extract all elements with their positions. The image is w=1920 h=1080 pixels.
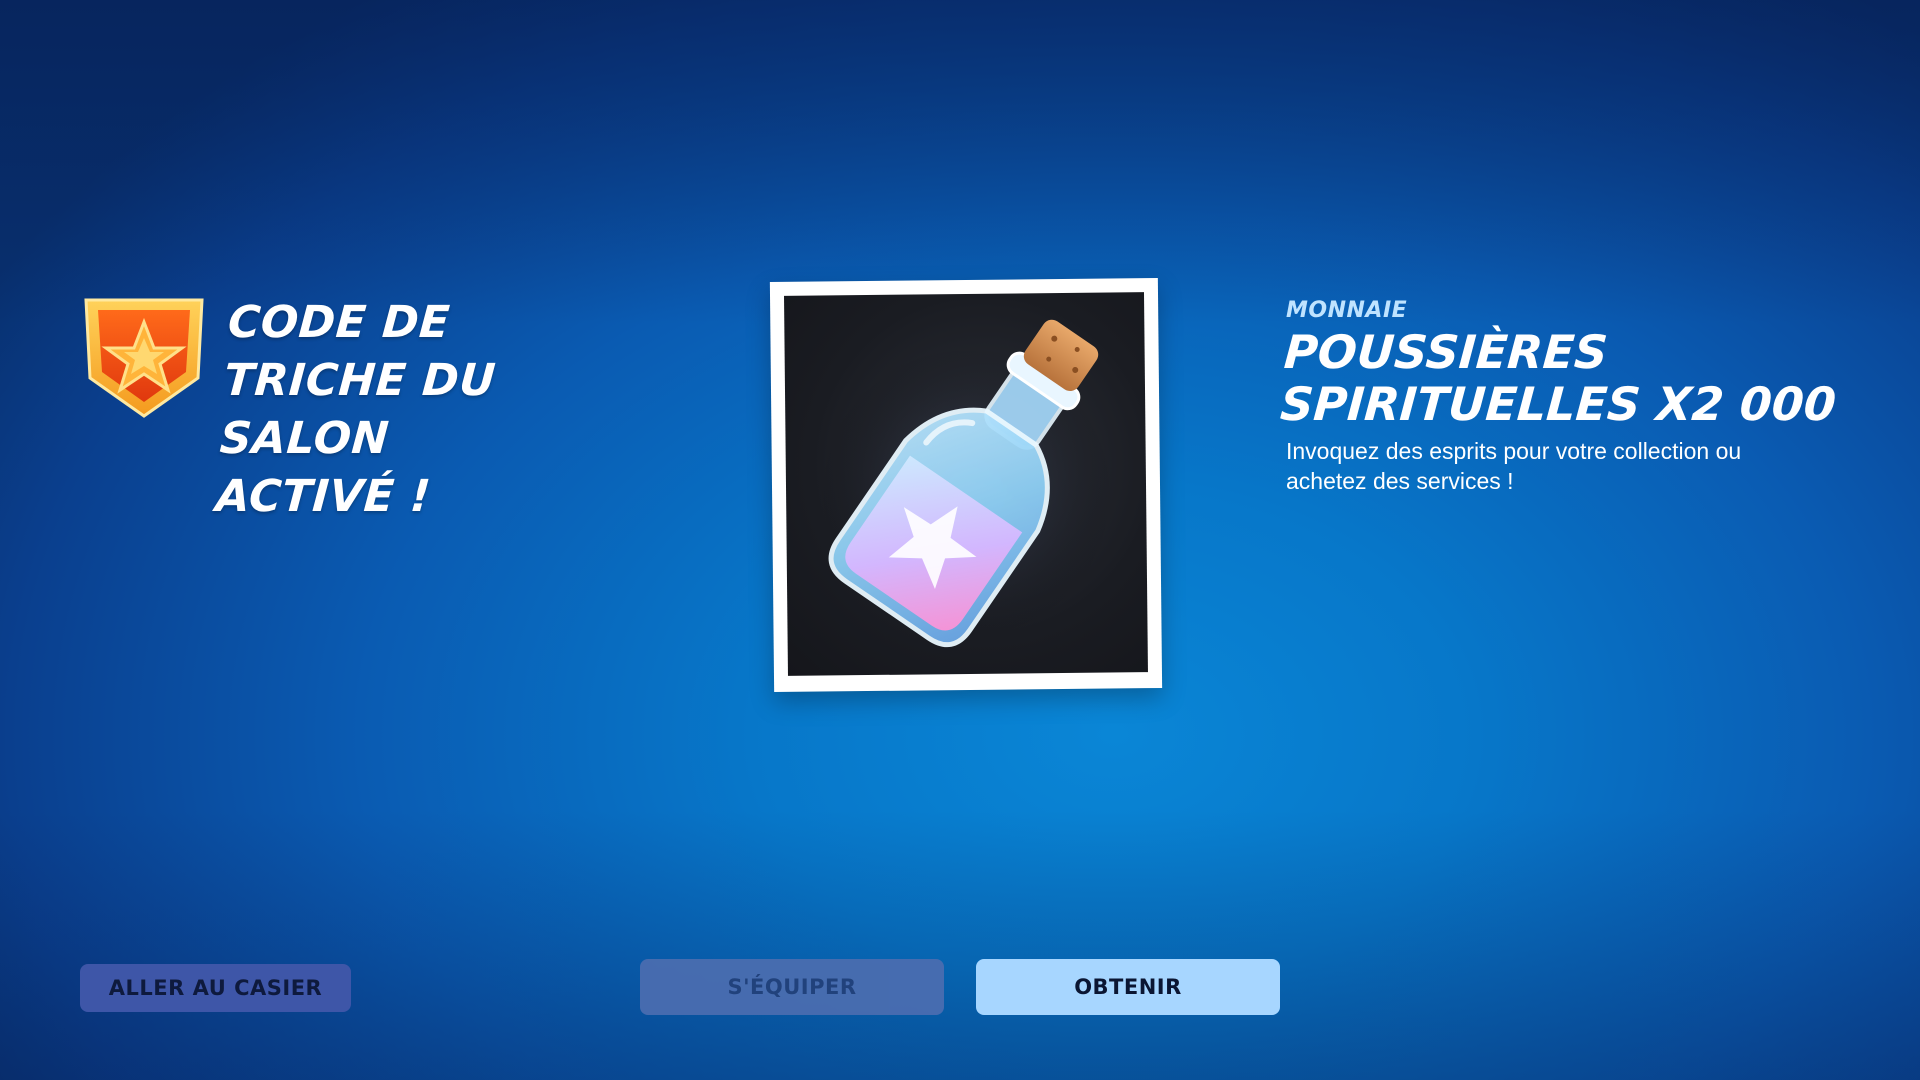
equip-button[interactable]: S'ÉQUIPER xyxy=(640,959,944,1015)
spirit-dust-bottle-icon xyxy=(816,319,1117,648)
banner-title: CODE DE TRICHE DU SALON ACTIVÉ ! xyxy=(214,297,498,522)
item-description: Invoquez des esprits pour votre collecti… xyxy=(1286,438,1742,494)
item-image-frame xyxy=(784,292,1148,676)
battle-star-badge-icon xyxy=(80,292,208,420)
item-info: MONNAIE POUSSIÈRES SPIRITUELLES X2 000 I… xyxy=(1279,298,1846,496)
item-card xyxy=(769,277,1163,693)
obtain-button[interactable]: OBTENIR xyxy=(976,959,1280,1015)
item-category: MONNAIE xyxy=(1286,298,1408,323)
go-to-locker-button[interactable]: ALLER AU CASIER xyxy=(80,964,351,1012)
item-name: POUSSIÈRES SPIRITUELLES X2 000 xyxy=(1278,325,1838,431)
